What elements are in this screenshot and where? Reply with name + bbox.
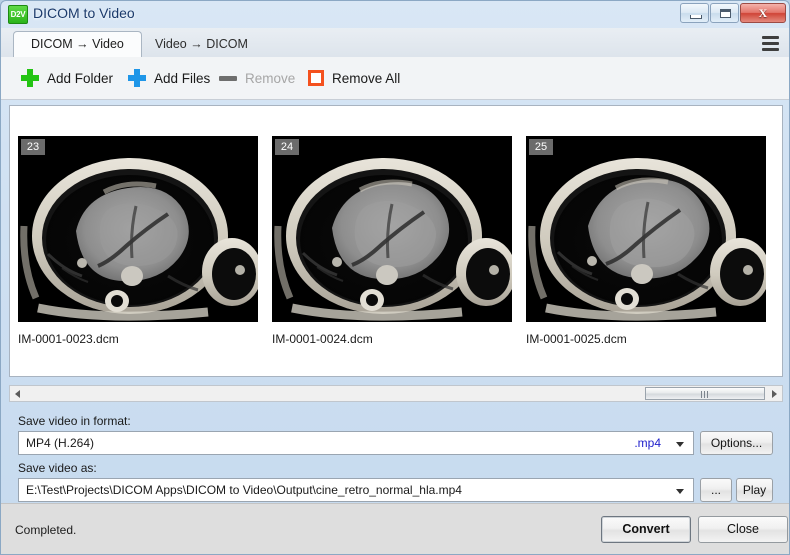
maximize-button[interactable]	[710, 3, 739, 23]
play-button[interactable]: Play	[736, 478, 773, 502]
close-dialog-button[interactable]: Close	[698, 516, 788, 543]
square-outline-icon	[308, 70, 324, 86]
list-item[interactable]: 24	[272, 136, 512, 346]
options-button[interactable]: Options...	[700, 431, 773, 455]
window-title: DICOM to Video	[33, 5, 135, 21]
format-label: Save video in format:	[18, 414, 131, 428]
tab-video-to-dicom[interactable]: Video → DICOM	[137, 31, 266, 57]
format-combobox[interactable]: MP4 (H.264) .mp4	[18, 431, 694, 455]
tab-bar: DICOM → Video Video → DICOM	[1, 28, 790, 58]
window-controls: X	[679, 3, 786, 24]
convert-button[interactable]: Convert	[601, 516, 691, 543]
dicom-preview-image	[526, 136, 766, 322]
title-bar: D2V DICOM to Video X	[1, 1, 790, 28]
output-path-value: E:\Test\Projects\DICOM Apps\DICOM to Vid…	[26, 483, 462, 497]
maximize-icon	[720, 9, 731, 18]
close-button[interactable]: X	[740, 3, 786, 23]
minimize-icon	[690, 15, 702, 19]
add-files-button[interactable]: Add Files	[128, 65, 210, 91]
arrow-right-icon[interactable]	[766, 386, 782, 401]
status-text: Completed.	[15, 523, 76, 537]
remove-all-button[interactable]: Remove All	[308, 65, 400, 91]
scrollbar-thumb[interactable]	[645, 387, 765, 400]
format-value: MP4 (H.264)	[26, 436, 94, 450]
remove-button: Remove	[219, 65, 295, 91]
app-icon-d2v: D2V	[8, 5, 28, 24]
output-label: Save video as:	[18, 461, 97, 475]
minimize-button[interactable]	[680, 3, 709, 23]
application-window: D2V DICOM to Video X DICOM → Video Video…	[0, 0, 790, 555]
add-folder-button[interactable]: Add Folder	[21, 65, 113, 91]
thumbnail[interactable]: 24	[272, 136, 512, 322]
file-name-label: IM-0001-0025.dcm	[526, 332, 766, 346]
chevron-down-icon[interactable]	[676, 489, 684, 494]
hamburger-menu-icon[interactable]	[755, 30, 786, 57]
chevron-down-icon[interactable]	[676, 442, 684, 447]
plus-icon	[128, 69, 146, 87]
file-name-label: IM-0001-0023.dcm	[18, 332, 258, 346]
minus-dash-icon	[219, 76, 237, 81]
list-item[interactable]: 23	[18, 136, 258, 346]
output-path-combobox[interactable]: E:\Test\Projects\DICOM Apps\DICOM to Vid…	[18, 478, 694, 502]
dicom-preview-image	[272, 136, 512, 322]
remove-label: Remove	[245, 71, 295, 86]
file-list-panel[interactable]: 23	[9, 105, 783, 377]
thumbnail[interactable]: 25	[526, 136, 766, 322]
add-files-label: Add Files	[154, 71, 210, 86]
browse-button[interactable]: ...	[700, 478, 732, 502]
plus-icon	[21, 69, 39, 87]
thumbnail[interactable]: 23	[18, 136, 258, 322]
file-name-label: IM-0001-0024.dcm	[272, 332, 512, 346]
frame-index-badge: 24	[275, 139, 299, 155]
settings-panel: Save video in format: MP4 (H.264) .mp4 O…	[1, 405, 790, 501]
close-icon: X	[741, 4, 785, 22]
frame-index-badge: 23	[21, 139, 45, 155]
status-bar: Completed. Convert Close	[1, 503, 790, 555]
add-folder-label: Add Folder	[47, 71, 113, 86]
arrow-left-icon[interactable]	[10, 386, 26, 401]
tab-dicom-to-video[interactable]: DICOM → Video	[13, 31, 142, 57]
dicom-preview-image	[18, 136, 258, 322]
list-item[interactable]: 25	[526, 136, 766, 346]
toolbar: Add Folder Add Files Remove Remove All	[1, 57, 790, 100]
remove-all-label: Remove All	[332, 71, 400, 86]
format-extension: .mp4	[634, 436, 661, 450]
horizontal-scrollbar[interactable]	[9, 385, 783, 402]
frame-index-badge: 25	[529, 139, 553, 155]
